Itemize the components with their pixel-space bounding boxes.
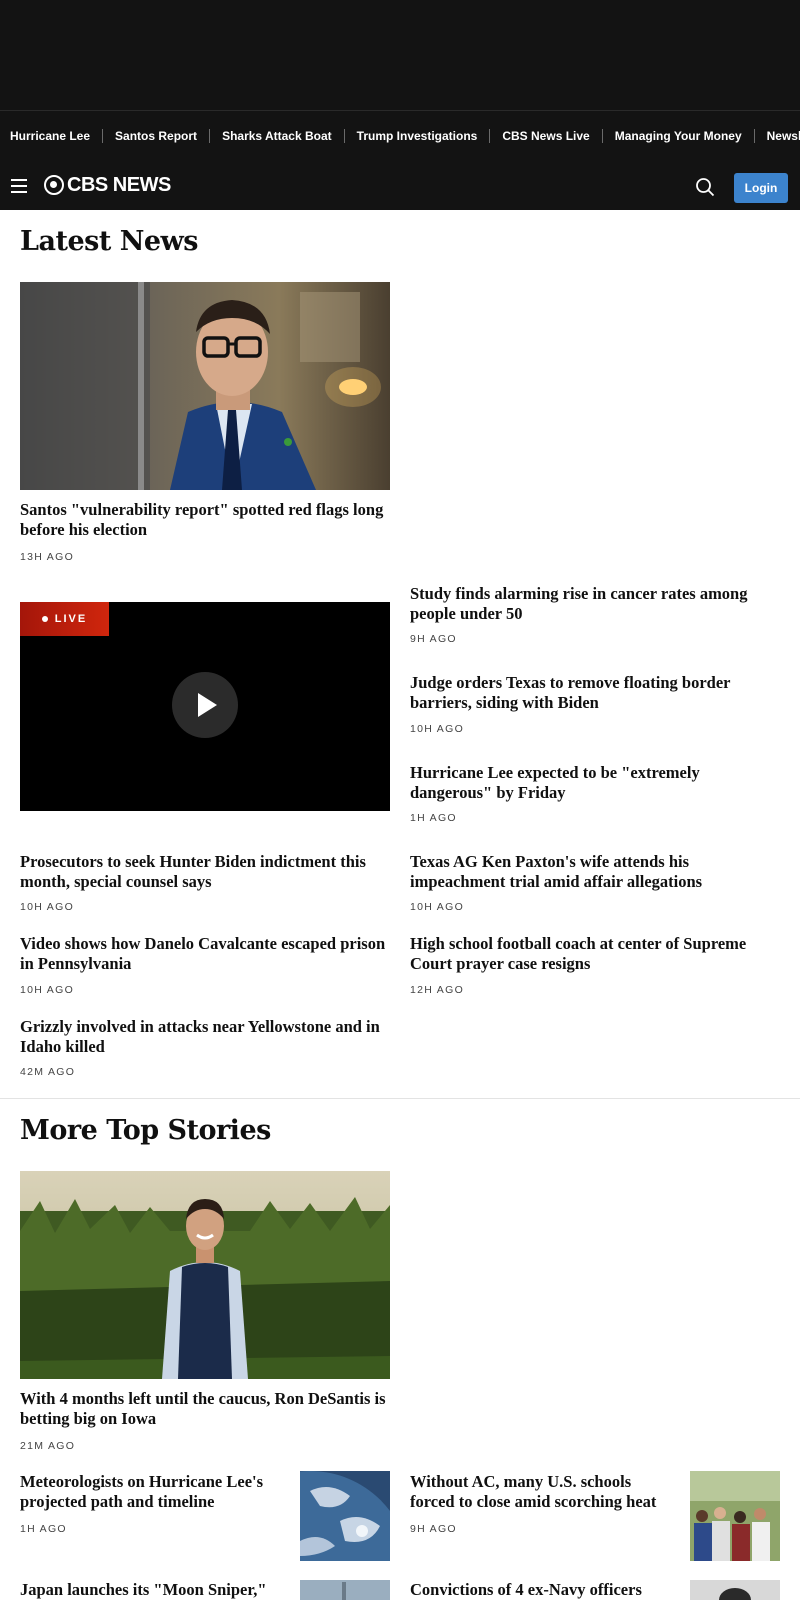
desantis-photo[interactable] [20, 1171, 390, 1379]
site-header: CBS NEWS [0, 160, 800, 210]
trending-link-cbs-news-live[interactable]: CBS News Live [502, 128, 603, 143]
lead-story-headline[interactable]: Santos "vulnerability report" spotted re… [20, 500, 390, 540]
story-headline[interactable]: Video shows how Danelo Cavalcante escape… [20, 934, 390, 974]
story-headline[interactable]: Without AC, many U.S. schools forced to … [410, 1472, 670, 1512]
story-headline[interactable]: Prosecutors to seek Hunter Biden indictm… [20, 852, 390, 892]
story-time: 9H AGO [410, 633, 457, 645]
rocket-launch-photo[interactable] [300, 1580, 390, 1600]
story-time: 42M AGO [20, 1066, 76, 1078]
lead-story-time: 21M AGO [20, 1440, 76, 1452]
navy-officer-photo[interactable] [690, 1580, 780, 1600]
live-dot-icon [41, 616, 48, 622]
story-headline[interactable]: Hurricane Lee expected to be "extremely … [410, 763, 780, 803]
live-badge: LIVE [20, 602, 109, 636]
search-icon[interactable] [695, 177, 715, 197]
story-time: 10H AGO [20, 901, 75, 913]
cbs-news-logo[interactable]: CBS NEWS [44, 174, 171, 196]
trending-bar: Hurricane Lee Santos Report Sharks Attac… [0, 110, 800, 160]
trending-link-hurricane-lee[interactable]: Hurricane Lee [10, 128, 104, 143]
students-crowd-photo[interactable] [690, 1471, 780, 1561]
latest-news-title: Latest News [20, 226, 199, 257]
ad-space [0, 0, 800, 110]
trending-link-newsletters[interactable]: Newsletters [767, 129, 800, 143]
more-top-stories-title: More Top Stories [20, 1115, 271, 1146]
story-time: 12H AGO [410, 984, 465, 996]
cbs-eye-icon [44, 175, 64, 195]
hamburger-menu-icon[interactable] [11, 179, 27, 193]
logo-text: CBS NEWS [67, 173, 171, 196]
story-time: 1H AGO [20, 1523, 67, 1535]
santos-photo[interactable] [20, 282, 390, 490]
story-time: 9H AGO [410, 1523, 457, 1535]
story-headline[interactable]: Meteorologists on Hurricane Lee's projec… [20, 1472, 280, 1512]
trending-link-managing-your-money[interactable]: Managing Your Money [615, 128, 755, 143]
story-time: 1H AGO [410, 812, 457, 824]
story-time: 10H AGO [410, 723, 465, 735]
story-headline[interactable]: Japan launches its "Moon Sniper," [20, 1580, 280, 1600]
section-divider [0, 1098, 800, 1099]
story-headline[interactable]: Study finds alarming rise in cancer rate… [410, 584, 780, 624]
story-headline[interactable]: Judge orders Texas to remove floating bo… [410, 673, 780, 713]
trending-link-trump-investigations[interactable]: Trump Investigations [357, 128, 491, 143]
story-headline[interactable]: Convictions of 4 ex-Navy officers [410, 1580, 670, 1600]
play-button-icon[interactable] [172, 672, 238, 738]
lead-story-time: 13H AGO [20, 551, 75, 563]
story-time: 10H AGO [20, 984, 75, 996]
story-headline[interactable]: Texas AG Ken Paxton's wife attends his i… [410, 852, 780, 892]
login-button[interactable]: Login [734, 173, 788, 203]
story-headline[interactable]: High school football coach at center of … [410, 934, 780, 974]
lead-story-headline[interactable]: With 4 months left until the caucus, Ron… [20, 1389, 390, 1429]
live-video-player[interactable]: LIVE [20, 602, 390, 811]
trending-link-santos-report[interactable]: Santos Report [115, 128, 211, 143]
hurricane-satellite-photo[interactable] [300, 1471, 390, 1561]
trending-link-sharks-attack-boat[interactable]: Sharks Attack Boat [222, 128, 345, 143]
live-label: LIVE [54, 613, 88, 625]
story-headline[interactable]: Grizzly involved in attacks near Yellows… [20, 1017, 390, 1057]
story-time: 10H AGO [410, 901, 465, 913]
